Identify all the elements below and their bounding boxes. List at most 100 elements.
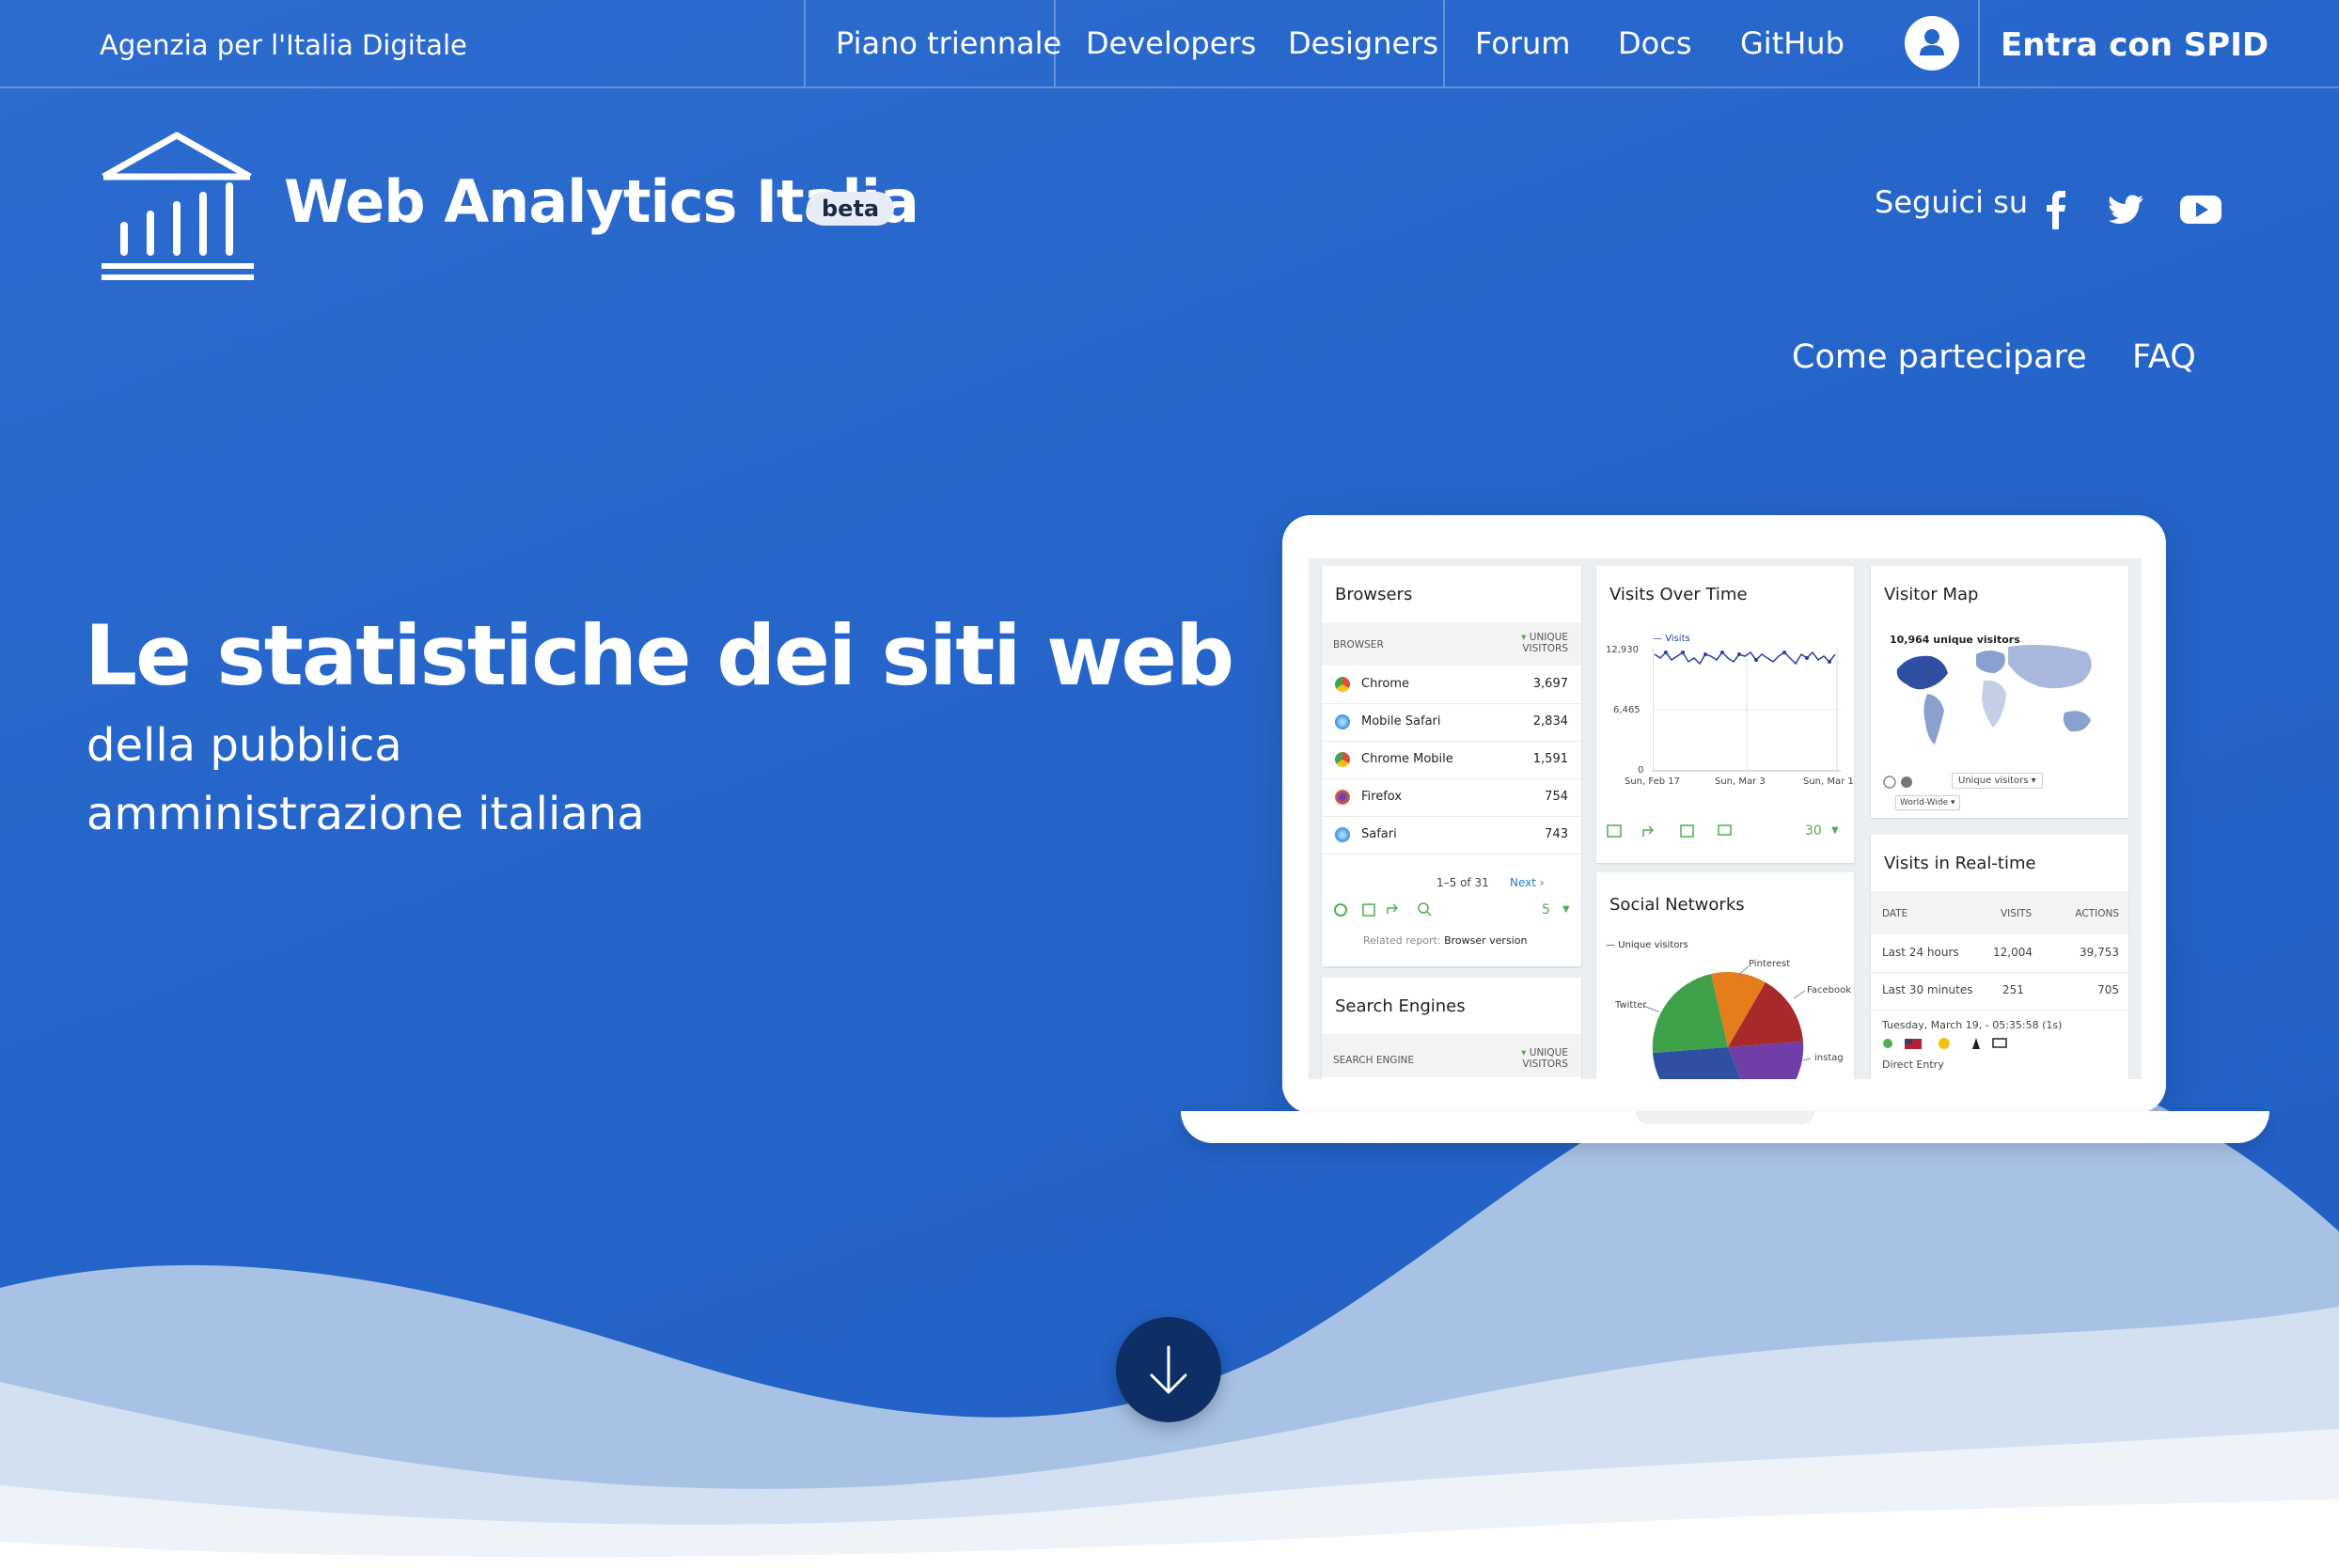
world-map[interactable] (1890, 641, 2115, 754)
row-label: Chrome Mobile (1361, 752, 1453, 766)
export-icon (1642, 825, 1655, 837)
referrer-label: Direct Entry (1882, 1058, 1944, 1071)
pie-label: instag (1814, 1053, 1844, 1063)
table-header: SEARCH ENGINE ▾ UNIQUE VISITORS (1322, 1034, 1581, 1077)
divider (1054, 0, 1056, 86)
image-icon (1680, 824, 1694, 838)
chrome-icon (1335, 752, 1350, 767)
table-row[interactable]: Chrome Mobile 1,591 (1322, 741, 1581, 779)
hero-subtitle-line1: della pubblica (86, 719, 402, 772)
y-tick: 6,465 (1613, 705, 1640, 715)
nav-github[interactable]: GitHub (1740, 0, 1845, 86)
user-icon[interactable] (1905, 16, 1959, 71)
related-report-link[interactable]: Browser version (1444, 934, 1527, 947)
column-header: ▾ UNIQUE VISITORS (1521, 632, 1568, 654)
pagination-label: 1–5 of 31 (1436, 876, 1489, 889)
chart-legend: — Visits (1653, 634, 1690, 644)
next-page-link[interactable]: Next › (1510, 876, 1545, 889)
row-label: Firefox (1361, 790, 1403, 804)
visitor-map-widget: Visitor Map 10,964 unique visitors Uniqu… (1871, 566, 2128, 818)
y-tick: 12,930 (1606, 645, 1639, 655)
widget-title: Browsers (1335, 585, 1413, 604)
spid-login-button[interactable]: Entra con SPID (2001, 0, 2268, 86)
widget-toolbar (1334, 902, 1432, 917)
row-value: 1,591 (1532, 752, 1568, 766)
pie-label: Facebook (1807, 985, 1851, 996)
agency-link[interactable]: Agenzia per l'Italia Digitale (100, 0, 467, 86)
laptop-notch (1636, 1111, 1814, 1124)
nav-piano-triennale[interactable]: Piano triennale (836, 0, 1061, 86)
scroll-down-button[interactable] (1116, 1317, 1221, 1422)
search-engines-widget: Search Engines SEARCH ENGINE ▾ UNIQUE VIS… (1322, 978, 1581, 1079)
chevron-down-icon[interactable]: ▼ (1831, 825, 1839, 836)
nav-forum[interactable]: Forum (1475, 0, 1570, 86)
widget-title: Search Engines (1335, 996, 1466, 1016)
hero-section: Agenzia per l'Italia Digitale Piano trie… (0, 0, 2339, 1568)
beta-badge: beta (807, 192, 895, 226)
visits-line-chart (1653, 649, 1841, 772)
chart-legend: — Unique visitors (1606, 940, 1688, 950)
nav-developers[interactable]: Developers (1086, 0, 1256, 86)
annotation-icon (1718, 824, 1732, 836)
region-select[interactable]: World-Wide ▾ (1895, 795, 1960, 810)
x-tick: Sun, Mar 17 (1803, 776, 1854, 787)
table-icon (1362, 903, 1375, 917)
widget-title: Social Networks (1609, 895, 1745, 915)
column-header: SEARCH ENGINE (1333, 1055, 1415, 1066)
visits-over-time-widget: Visits Over Time — Visits 12,930 6,465 0… (1596, 566, 1854, 863)
x-tick: Sun, Mar 3 (1715, 776, 1766, 787)
column-header: DATE (1882, 908, 1908, 919)
chrome-icon (1335, 677, 1350, 692)
facebook-icon[interactable] (2036, 188, 2074, 229)
table-row[interactable]: Chrome 3,697 (1322, 666, 1581, 704)
x-tick: Sun, Feb 17 (1625, 776, 1680, 787)
limit-select[interactable]: 5 (1542, 902, 1550, 917)
search-icon (1418, 902, 1429, 914)
chrome-icon (1939, 1038, 1950, 1049)
table-header: BROWSER ▾ UNIQUE VISITORS (1322, 622, 1581, 666)
realtime-visits-widget: Visits in Real-time DATE VISITS ACTIONS … (1871, 835, 2128, 1079)
nav-faq[interactable]: FAQ (2132, 338, 2196, 376)
chevron-down-icon[interactable]: ▼ (1562, 904, 1570, 915)
desktop-icon (1992, 1038, 2007, 1048)
divider (1978, 0, 1980, 86)
table-row[interactable]: Firefox 754 (1322, 778, 1581, 817)
divider (804, 0, 806, 86)
column-header: ACTIONS (2075, 908, 2119, 919)
youtube-icon[interactable] (2179, 188, 2222, 229)
zoom-icon[interactable] (1882, 775, 1914, 792)
nav-come-partecipare[interactable]: Come partecipare (1792, 338, 2087, 376)
hero-subtitle-line2: amministrazione italiana (86, 788, 645, 840)
logo-icon[interactable] (98, 132, 258, 282)
metric-select[interactable]: Unique visitors ▾ (1952, 773, 2043, 789)
hero-title: Le statistiche dei siti web (85, 607, 1234, 704)
follow-label: Seguici su (1875, 184, 2029, 220)
table-row[interactable]: Mobile Safari 2,834 (1322, 703, 1581, 742)
divider (1443, 0, 1445, 86)
visit-timestamp: Tuesday, March 19, - 05:35:58 (1s) (1882, 1019, 2063, 1031)
column-header: ▾ UNIQUE VISITORS (1521, 1047, 1568, 1070)
social-networks-widget: Social Networks — Unique visitors Pinter… (1596, 872, 1854, 1079)
table-row[interactable]: Safari 743 (1322, 816, 1581, 855)
period-select[interactable]: 30 (1805, 823, 1822, 839)
table-row: Last 24 hours 12,004 39,753 (1871, 934, 2128, 973)
nav-docs[interactable]: Docs (1618, 0, 1691, 86)
column-header: BROWSER (1333, 639, 1384, 651)
nav-designers[interactable]: Designers (1288, 0, 1438, 86)
firefox-icon (1335, 790, 1350, 805)
row-value: 3,697 (1532, 677, 1568, 691)
row-value: 2,834 (1532, 714, 1568, 729)
twitter-icon[interactable] (2108, 188, 2145, 229)
widget-toolbar (1607, 824, 1732, 838)
row-value: 754 (1545, 790, 1568, 804)
pie-label: Pinterest (1749, 959, 1791, 969)
pie-label: Twitter (1615, 1000, 1647, 1011)
settings-icon (1334, 903, 1347, 917)
widget-title: Visits Over Time (1609, 585, 1748, 604)
browsers-widget: Browsers BROWSER ▾ UNIQUE VISITORS Chrome… (1322, 566, 1581, 966)
row-label: Chrome (1361, 677, 1409, 691)
row-value: 743 (1545, 827, 1568, 841)
top-bar: Agenzia per l'Italia Digitale Piano trie… (0, 0, 2339, 88)
y-tick: 0 (1638, 765, 1644, 776)
visitor-icons (1883, 1038, 2007, 1049)
